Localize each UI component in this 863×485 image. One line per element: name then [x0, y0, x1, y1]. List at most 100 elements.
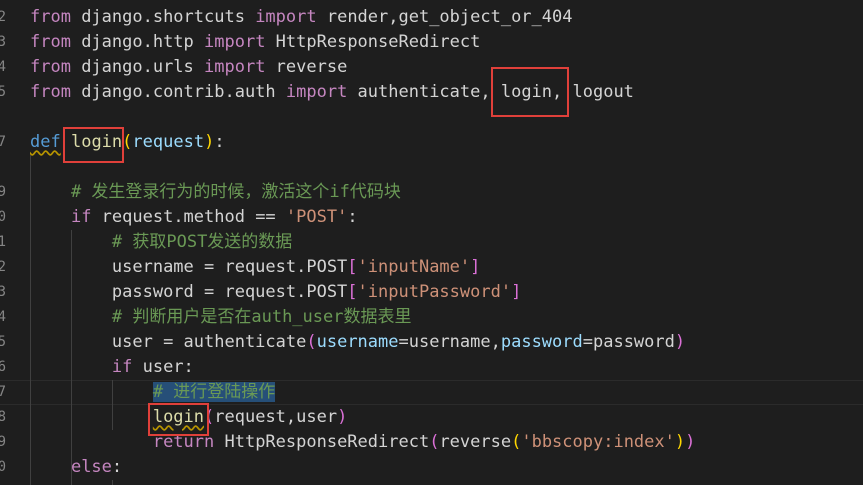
paren: ): [674, 332, 686, 352]
code-line[interactable]: # 发生登录行为的时候，激活这个if代码块: [30, 180, 401, 205]
string-literal: 'inputName': [357, 257, 471, 277]
keyword-from: from: [30, 82, 71, 102]
paren: ): [337, 407, 348, 427]
expression: user:: [132, 357, 194, 377]
keyword-import: import: [285, 82, 348, 102]
line-number: 0: [0, 459, 6, 475]
comment: # 发生登录行为的时候，激活这个if代码块: [70, 182, 401, 202]
code-line[interactable]: from django.http import HttpResponseRedi…: [30, 30, 480, 55]
bracket: ]: [470, 257, 481, 277]
highlight-box-call-login: [148, 403, 209, 436]
kwarg-value: =username,: [398, 332, 501, 352]
function-call: HttpResponseRedirect: [214, 432, 430, 452]
statement: user = authenticate: [111, 332, 307, 352]
line-number: 9: [0, 434, 6, 450]
string-literal: 'POST': [285, 207, 348, 227]
kwarg-username: username: [316, 332, 399, 352]
keyword-if: if: [70, 207, 92, 227]
code-line[interactable]: # 进行登陆操作: [30, 380, 276, 405]
code-line[interactable]: if request.method == 'POST':: [30, 205, 358, 230]
paren: (: [306, 332, 317, 352]
param-request: request: [132, 132, 205, 152]
code-line[interactable]: # 判断用户是否在auth_user数据表里: [30, 305, 412, 330]
keyword-from: from: [30, 32, 71, 52]
string-literal: 'bbscopy:index': [521, 432, 675, 452]
imported-names: HttpResponseRedirect: [265, 32, 481, 52]
code-line[interactable]: # 获取POST发送的数据: [30, 230, 292, 255]
line-number: 4: [0, 59, 6, 75]
paren: ): [674, 432, 686, 452]
code-line[interactable]: def login(request):: [30, 130, 225, 155]
code-line[interactable]: if user:: [30, 355, 194, 380]
line-number: 5: [0, 84, 6, 100]
line-number: 6: [0, 359, 6, 375]
keyword-if: if: [111, 357, 133, 377]
keyword-import: import: [204, 57, 266, 77]
code-line[interactable]: from django.shortcuts import render,get_…: [30, 5, 572, 30]
arguments: request,user: [214, 407, 338, 427]
line-number: 1: [0, 234, 6, 250]
code-line[interactable]: username = request.POST['inputName']: [30, 255, 481, 280]
line-number: 2: [0, 9, 6, 25]
imported-names: render,get_object_or_404: [316, 7, 573, 27]
highlight-box-import-login: [491, 67, 569, 117]
kwarg-password: password: [500, 332, 583, 352]
statement: username = request.POST: [111, 257, 348, 277]
colon: :: [214, 132, 225, 152]
paren: (: [511, 432, 522, 452]
comment: # 判断用户是否在auth_user数据表里: [111, 307, 412, 327]
keyword-import: import: [255, 7, 317, 27]
keyword-else: else: [70, 457, 112, 477]
line-number: 3: [0, 284, 6, 300]
module-name: django.urls: [70, 57, 205, 77]
kwarg-value: =password: [582, 332, 675, 352]
line-number: 4: [0, 309, 6, 325]
indent-guide: [112, 480, 113, 485]
keyword-import: import: [204, 32, 266, 52]
module-name: django.http: [70, 32, 205, 52]
comment: # 获取POST发送的数据: [111, 232, 293, 252]
string-literal: 'inputPassword': [357, 282, 512, 302]
keyword-from: from: [30, 57, 71, 77]
line-number: 7: [0, 134, 6, 150]
imported-name: authenticate,: [347, 82, 491, 102]
paren: ): [685, 432, 696, 452]
statement: password = request.POST: [111, 282, 348, 302]
code-editor[interactable]: 2 3 4 5 7 9 0 1 2 3 4 5 6 7 8 9 0 from d…: [0, 0, 863, 485]
highlight-box-def-login: [63, 127, 124, 163]
bracket: ]: [511, 282, 522, 302]
keyword-def: def: [30, 132, 61, 152]
paren: (: [429, 432, 440, 452]
bracket: [: [347, 282, 358, 302]
code-line[interactable]: return HttpResponseRedirect(reverse('bbs…: [30, 430, 696, 455]
line-number: 8: [0, 409, 6, 425]
comment-selected: # 进行登陆操作: [152, 382, 276, 402]
imported-names: reverse: [265, 57, 348, 77]
line-number: 5: [0, 334, 6, 350]
code-line[interactable]: else:: [30, 455, 122, 480]
colon: :: [111, 457, 123, 477]
keyword-from: from: [30, 7, 71, 27]
function-call: reverse: [439, 432, 512, 452]
paren: ): [204, 132, 215, 152]
module-name: django.contrib.auth: [70, 82, 286, 102]
code-line[interactable]: password = request.POST['inputPassword']: [30, 280, 521, 305]
line-number: 3: [0, 34, 6, 50]
code-line[interactable]: from django.urls import reverse: [30, 55, 347, 80]
line-number: 9: [0, 184, 6, 200]
imported-name: logout: [562, 82, 634, 102]
colon: :: [347, 207, 358, 227]
code-line[interactable]: user = authenticate(username=username,pa…: [30, 330, 685, 355]
bracket: [: [347, 257, 358, 277]
